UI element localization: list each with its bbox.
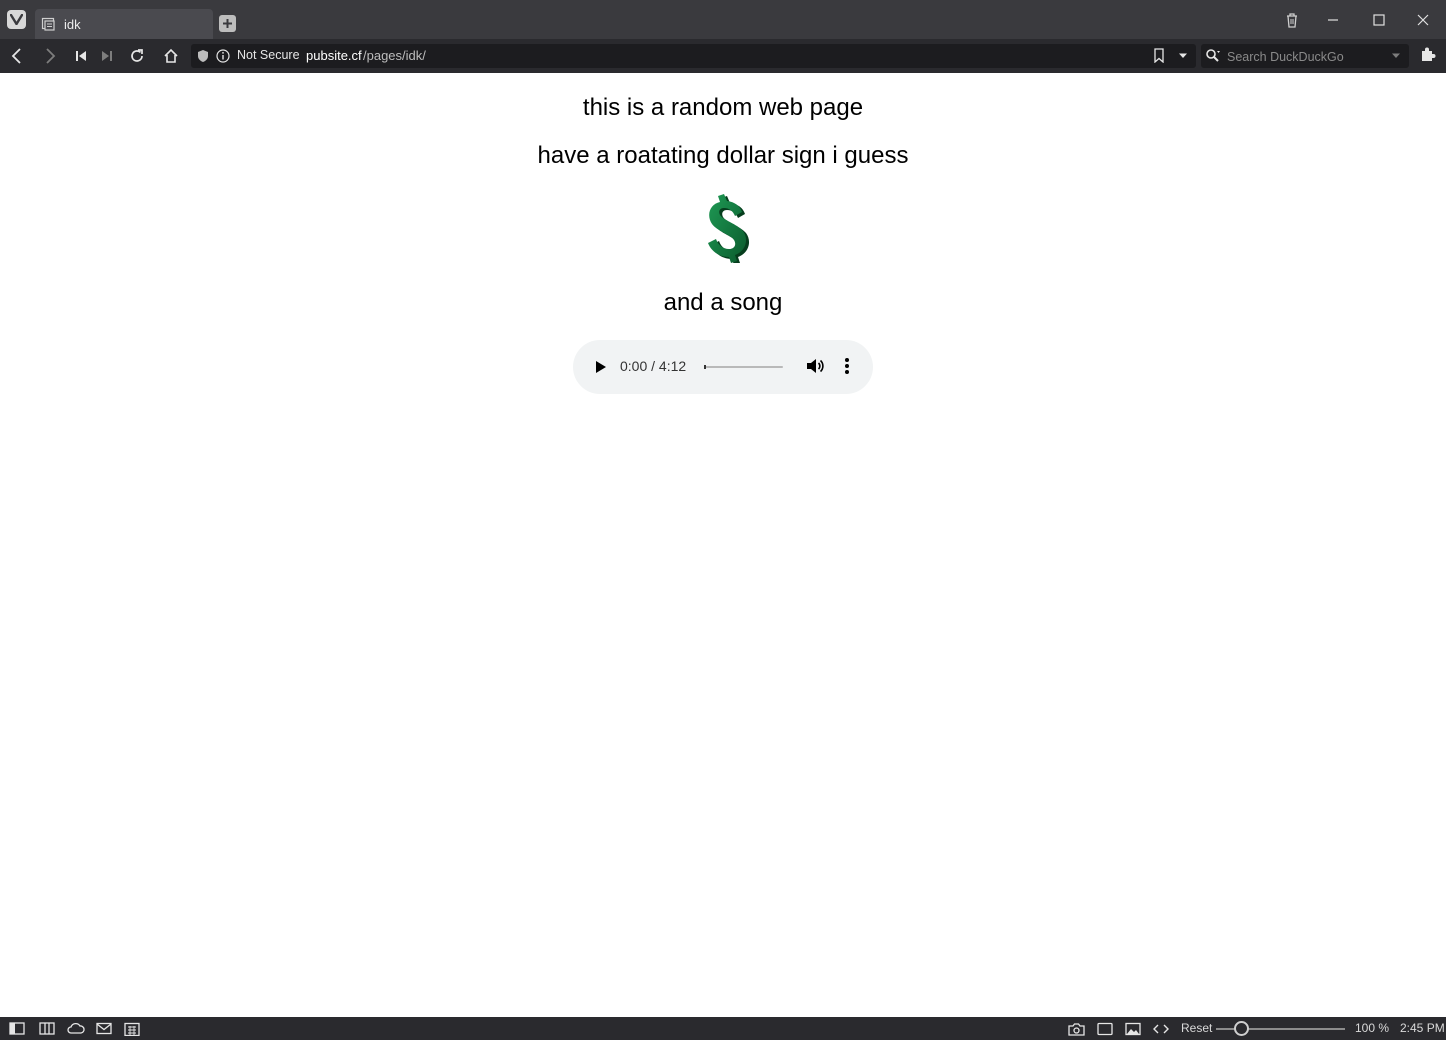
shield-icon[interactable]	[197, 49, 209, 68]
camera-icon[interactable]	[1068, 1022, 1085, 1041]
security-label[interactable]: Not Secure	[237, 48, 300, 62]
audio-player: 0:00 / 4:12	[573, 340, 873, 394]
tab-title: idk	[64, 16, 81, 32]
zoom-reset-button[interactable]: Reset	[1181, 1021, 1212, 1035]
page-content: this is a random web page have a roatati…	[0, 73, 1446, 1017]
reload-button[interactable]	[126, 45, 148, 67]
fast-forward-button[interactable]	[96, 45, 118, 67]
heading-line-2: have a roatating dollar sign i guess	[537, 142, 909, 169]
more-options-icon[interactable]	[839, 356, 855, 376]
caret-down-icon[interactable]	[1177, 48, 1189, 68]
rewind-icon	[76, 51, 86, 61]
forward-button[interactable]	[39, 45, 61, 67]
image-icon[interactable]	[1125, 1022, 1141, 1041]
code-icon[interactable]	[1153, 1022, 1169, 1041]
mail-icon[interactable]	[96, 1022, 112, 1040]
audio-seek-slider[interactable]	[704, 365, 783, 369]
home-button[interactable]	[160, 45, 182, 67]
trash-button[interactable]	[1269, 0, 1315, 39]
page-icon	[41, 16, 57, 32]
maximize-button[interactable]	[1356, 0, 1402, 39]
bookmark-icon[interactable]	[1153, 48, 1165, 68]
heading-line-3: and a song	[663, 289, 783, 316]
tab-active[interactable]: idk	[35, 9, 213, 39]
trash-icon	[1287, 12, 1297, 28]
clock: 2:45 PM	[1400, 1021, 1445, 1035]
tab-tiling-icon[interactable]	[39, 1022, 55, 1040]
search-icon	[1205, 48, 1221, 69]
vivaldi-logo-icon[interactable]	[7, 10, 26, 29]
maximize-icon	[1373, 13, 1385, 26]
window-icon[interactable]	[1097, 1022, 1113, 1041]
address-bar[interactable]: Not Secure pubsite.cf /pages/idk/	[191, 44, 1196, 68]
back-button[interactable]	[6, 45, 28, 67]
search-engine-caret-icon[interactable]	[1390, 48, 1402, 68]
volume-icon[interactable]	[805, 356, 825, 376]
fast-forward-icon	[102, 51, 112, 61]
new-tab-button[interactable]	[219, 15, 236, 32]
rewind-button[interactable]	[70, 45, 92, 67]
heading-line-1: this is a random web page	[582, 94, 864, 121]
search-field[interactable]	[1201, 44, 1409, 68]
chevron-left-icon	[11, 48, 21, 64]
zoom-slider-thumb[interactable]	[1234, 1021, 1250, 1036]
home-icon	[164, 48, 178, 63]
play-icon[interactable]	[590, 357, 610, 377]
cloud-icon[interactable]	[67, 1022, 85, 1040]
reload-icon	[131, 49, 143, 62]
panel-toggle-icon[interactable]	[9, 1022, 25, 1040]
url-host[interactable]: pubsite.cf	[306, 48, 362, 63]
zoom-level: 100 %	[1355, 1021, 1390, 1035]
search-input[interactable]	[1225, 47, 1389, 67]
calendar-icon[interactable]	[124, 1022, 140, 1041]
audio-seek-thumb[interactable]	[704, 365, 706, 369]
navigation-bar: Not Secure pubsite.cf /pages/idk/	[0, 39, 1446, 73]
tab-bar: idk	[0, 0, 1446, 39]
rotating-dollar-sign-image	[708, 194, 750, 263]
status-bar: Reset 100 % 2:45 PM	[0, 1017, 1446, 1040]
puzzle-icon[interactable]	[1419, 45, 1437, 68]
url-path[interactable]: /pages/idk/	[363, 48, 426, 63]
info-icon[interactable]	[216, 49, 230, 68]
minimize-icon	[1328, 18, 1338, 21]
close-window-button[interactable]	[1400, 0, 1446, 39]
minimize-button[interactable]	[1310, 0, 1356, 39]
close-icon	[1417, 14, 1429, 25]
audio-time: 0:00 / 4:12	[620, 358, 687, 374]
chevron-right-icon	[46, 48, 56, 64]
plus-icon	[223, 19, 232, 28]
